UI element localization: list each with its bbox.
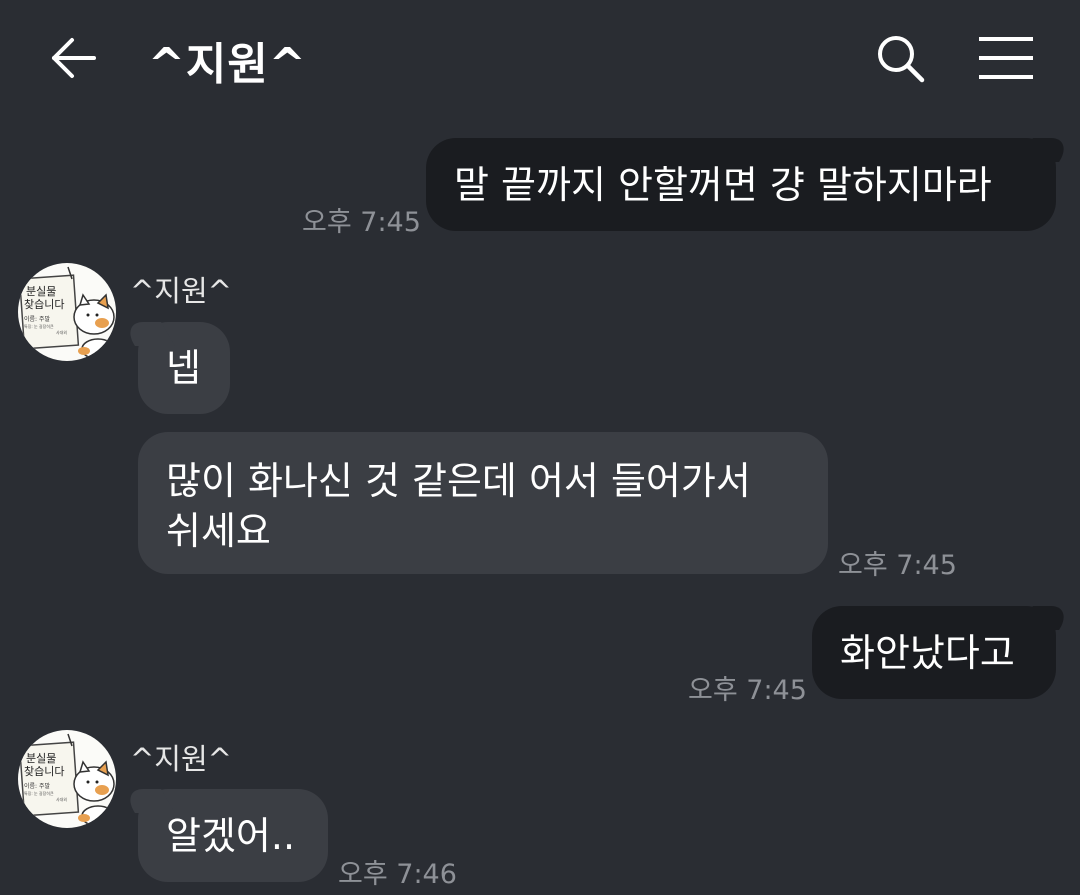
search-icon (878, 36, 925, 83)
message-text: 알겠어.. (166, 813, 296, 858)
message-text-line: 많이 화나신 것 같은데 어서 들어가서 (166, 459, 751, 503)
incoming-message-bubble[interactable]: 많이 화나신 것 같은데 어서 들어가서 쉬세요 (138, 432, 828, 574)
svg-text:특징: 눈 굉장히큰: 특징: 눈 굉장히큰 (24, 790, 54, 796)
svg-text:찾습니다: 찾습니다 (24, 298, 64, 311)
svg-text:사대외: 사대외 (56, 329, 67, 335)
sender-name: ^지원^ (130, 742, 232, 776)
svg-text:찾습니다: 찾습니다 (24, 765, 64, 778)
sender-name: ^지원^ (130, 274, 232, 308)
message-timestamp: 오후 7:46 (338, 859, 457, 890)
message-timestamp: 오후 7:45 (302, 207, 421, 238)
svg-text:사대외: 사대외 (56, 796, 67, 802)
chat-title: ^지원^ (148, 39, 307, 90)
chat-header: ^지원^ (0, 0, 1080, 115)
message-text: 넵 (166, 346, 201, 390)
incoming-message-bubble[interactable]: 넵 (138, 322, 230, 414)
message-timestamp: 오후 7:45 (838, 550, 957, 581)
message-text-line: 쉬세요 (166, 509, 271, 553)
menu-button[interactable] (976, 30, 1036, 86)
avatar[interactable]: 분실물 찾습니다 이름: 주말 특징: 눈 굉장히큰 사대외 (18, 263, 116, 361)
incoming-message-bubble[interactable]: 알겠어.. (138, 789, 328, 882)
svg-text:이름: 주말: 이름: 주말 (24, 782, 50, 790)
search-button[interactable] (872, 30, 928, 86)
avatar[interactable]: 분실물 찾습니다 이름: 주말 특징: 눈 굉장히큰 사대외 (18, 730, 116, 828)
message-text: 화안났다고 (840, 630, 1015, 675)
svg-text:이름: 주말: 이름: 주말 (24, 315, 50, 323)
svg-text:특징: 눈 굉장히큰: 특징: 눈 굉장히큰 (24, 323, 54, 329)
back-button[interactable] (48, 30, 104, 86)
message-text: 말 끝까지 안할꺼면 걍 말하지마라 (454, 162, 992, 207)
svg-text:분실물: 분실물 (26, 752, 56, 765)
lost-cat-poster-icon: 분실물 찾습니다 이름: 주말 특징: 눈 굉장히큰 사대외 (18, 266, 115, 360)
hamburger-menu-icon (979, 37, 1033, 79)
svg-text:분실물: 분실물 (26, 285, 56, 298)
lost-cat-poster-icon: 분실물 찾습니다 이름: 주말 특징: 눈 굉장히큰 사대외 (18, 733, 115, 827)
arrow-left-icon (52, 38, 96, 78)
outgoing-message-bubble[interactable]: 말 끝까지 안할꺼면 걍 말하지마라 (426, 138, 1056, 231)
message-timestamp: 오후 7:45 (688, 675, 807, 706)
outgoing-message-bubble[interactable]: 화안났다고 (812, 606, 1056, 699)
